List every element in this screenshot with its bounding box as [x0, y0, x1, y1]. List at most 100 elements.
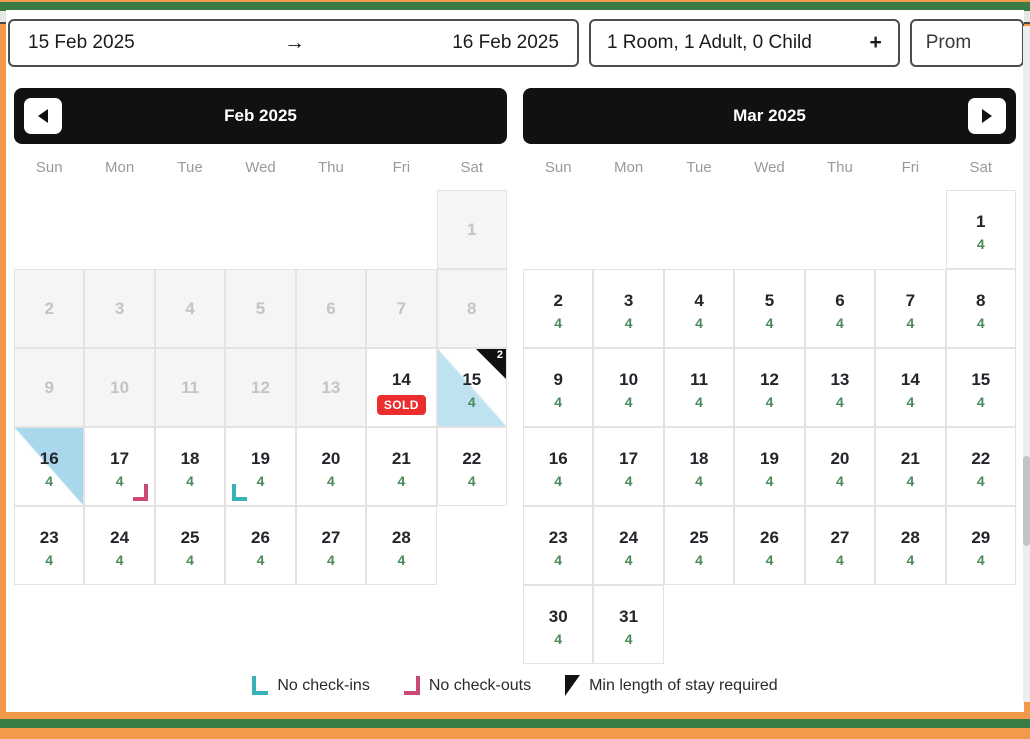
availability-count: 4 [554, 394, 563, 410]
day-cell[interactable]: 28 4 [875, 506, 946, 585]
day-cell[interactable]: 23 4 [523, 506, 594, 585]
checkout-date-value[interactable]: 16 Feb 2025 [452, 32, 559, 54]
day-cell[interactable]: 27 4 [295, 506, 367, 585]
day-cell[interactable]: 22 4 [436, 427, 507, 506]
empty-day-cell [296, 190, 366, 269]
vertical-scrollbar[interactable] [1023, 26, 1030, 702]
min-stay-nights: 2 [496, 349, 503, 361]
day-number: 31 [619, 606, 639, 626]
weekday-label-mon: Mon [105, 158, 135, 176]
day-number: 28 [900, 527, 920, 547]
empty-day-cell [155, 190, 225, 269]
date-range-arrow-icon: → [283, 30, 305, 54]
calendar-panels: Feb 2025 Sun Mon Tue Wed Thu Fri Sat 1 2 3 4 5 6 7 8 9 10… [6, 78, 1024, 678]
weekday-label-sat: Sat [969, 158, 993, 176]
day-cell[interactable]: 28 4 [366, 506, 437, 585]
day-cell: 1 [436, 190, 507, 269]
day-cell[interactable]: 11 4 [663, 348, 735, 427]
empty-day-cell [225, 190, 295, 269]
day-cell[interactable]: 14 4 [875, 348, 946, 427]
availability-count: 4 [554, 473, 563, 489]
day-cell[interactable]: 15 4 [945, 348, 1016, 427]
availability-count: 4 [327, 552, 335, 568]
day-cell[interactable]: 29 4 [945, 506, 1016, 585]
availability-count: 4 [906, 552, 915, 568]
day-cell[interactable]: 24 [523, 269, 594, 348]
day-cell[interactable]: 23 4 [14, 506, 85, 585]
day-cell[interactable]: 10 4 [593, 348, 664, 427]
date-range-field[interactable]: 15 Feb 2025 → 16 Feb 2025 [8, 18, 579, 67]
day-number: 1 [467, 220, 477, 239]
day-cell[interactable]: 21 4 [366, 427, 437, 506]
day-cell[interactable]: 12 4 [734, 348, 805, 427]
scrollbar-thumb[interactable] [1023, 456, 1030, 546]
day-cell[interactable]: 31 4 [593, 585, 664, 664]
legend-label: Min length of stay required [589, 676, 778, 694]
availability-count: 4 [554, 315, 563, 331]
day-cell[interactable]: 14 [945, 190, 1016, 269]
availability-count: 4 [765, 315, 774, 331]
day-cell[interactable]: 19 4 [734, 427, 805, 506]
day-cell[interactable]: 18 4 [154, 427, 226, 506]
day-number: 23 [39, 527, 59, 547]
day-number: 4 [185, 299, 195, 318]
day-cell[interactable]: 18 4 [663, 427, 735, 506]
legend-item: No check-ins [252, 676, 370, 695]
day-cell[interactable]: 30 4 [523, 585, 594, 664]
day-cell[interactable]: 94 [523, 348, 594, 427]
weekday-label-sat: Sat [460, 158, 484, 176]
day-cell[interactable]: 17 4 [593, 427, 664, 506]
day-cell[interactable]: 27 4 [804, 506, 876, 585]
day-cell[interactable]: 15 4 2 [436, 348, 507, 427]
day-number: 6 [326, 299, 336, 318]
next-month-button[interactable] [968, 98, 1006, 134]
day-cell[interactable]: 22 4 [945, 427, 1016, 506]
day-cell[interactable]: 20 4 [804, 427, 876, 506]
day-number: 14 [391, 369, 411, 389]
day-cell[interactable]: 24 4 [593, 506, 664, 585]
no-checkout-bracket-icon [403, 676, 420, 695]
day-cell[interactable]: 25 4 [154, 506, 226, 585]
day-number: 30 [548, 606, 568, 626]
day-number: 4 [694, 290, 704, 310]
day-cell[interactable]: 19 4 [225, 427, 296, 506]
prev-month-button[interactable] [24, 98, 62, 134]
day-cell[interactable]: 14 SOLD [366, 348, 437, 427]
day-cell: 3 [84, 269, 155, 348]
availability-count: 4 [976, 315, 985, 331]
day-cell[interactable]: 26 4 [225, 506, 296, 585]
empty-day-cell [84, 190, 154, 269]
booking-widget-page: 15 Feb 2025 → 16 Feb 2025 1 Room, 1 Adul… [0, 0, 1030, 739]
day-cell[interactable]: 16 4 [14, 427, 85, 506]
availability-count: 4 [256, 552, 265, 568]
day-cell[interactable]: 34 [593, 269, 664, 348]
day-cell[interactable]: 44 [663, 269, 735, 348]
day-cell[interactable]: 21 4 [875, 427, 946, 506]
occupancy-selector[interactable]: 1 Room, 1 Adult, 0 Child + [588, 18, 900, 67]
checkin-date-value[interactable]: 15 Feb 2025 [28, 32, 135, 54]
day-number: 12 [760, 369, 779, 389]
availability-count: 4 [765, 394, 774, 410]
day-cell[interactable]: 74 [875, 269, 946, 348]
weekday-header-row: Sun Mon Tue Wed Thu Fri Sat [523, 144, 1016, 190]
day-cell[interactable]: 25 4 [663, 506, 735, 585]
day-cell[interactable]: 20 4 [295, 427, 367, 506]
availability-count: 4 [186, 552, 194, 568]
day-cell[interactable]: 84 [945, 269, 1016, 348]
day-cell: 2 [14, 269, 85, 348]
availability-count: 4 [554, 631, 563, 647]
day-number: 22 [462, 448, 482, 468]
day-cell[interactable]: 64 [804, 269, 876, 348]
availability-count: 4 [467, 473, 476, 489]
day-cell[interactable]: 54 [734, 269, 805, 348]
no-checkin-marker-icon [232, 484, 248, 501]
day-cell[interactable]: 16 4 [523, 427, 594, 506]
add-room-icon[interactable]: + [869, 31, 881, 55]
day-cell[interactable]: 24 4 [84, 506, 155, 585]
availability-count: 4 [976, 236, 985, 252]
promo-code-field[interactable]: Prom [909, 18, 1024, 67]
day-cell[interactable]: 13 4 [804, 348, 876, 427]
day-cell[interactable]: 26 4 [734, 506, 805, 585]
day-number: 19 [251, 448, 270, 468]
day-cell[interactable]: 17 4 [84, 427, 155, 506]
